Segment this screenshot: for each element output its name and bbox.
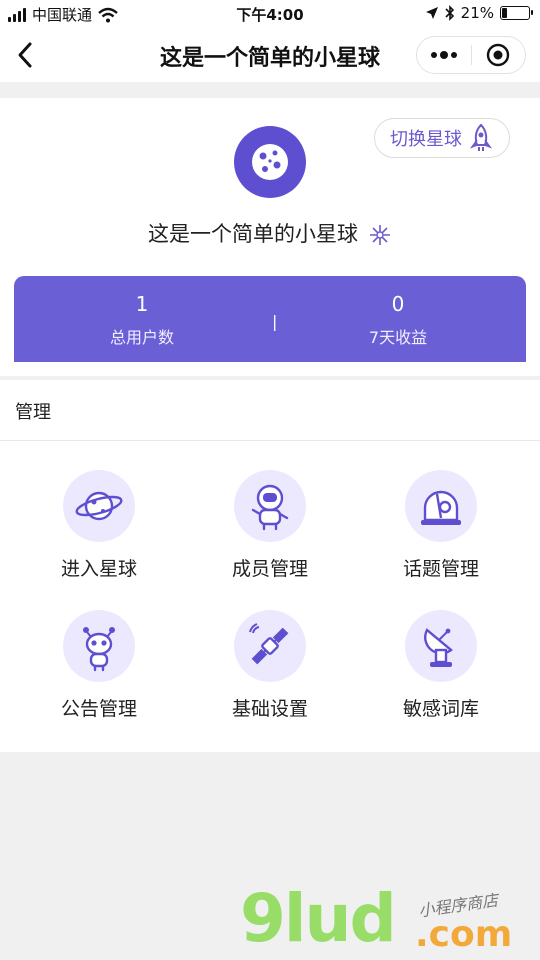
section-divider xyxy=(0,440,540,441)
grid-label: 进入星球 xyxy=(60,558,137,580)
planet-logo xyxy=(234,126,306,198)
grid-label: 话题管理 xyxy=(402,558,479,580)
planet-header-card: 切换星球 这是一个简单的小星球 1 总用户数 | 0 7天收益 xyxy=(0,98,540,376)
stat-total-users: 1 总用户数 xyxy=(42,292,242,348)
total-users-label: 总用户数 xyxy=(109,328,174,347)
income-value: 0 xyxy=(391,292,405,316)
more-button[interactable] xyxy=(417,37,471,73)
switch-planet-button[interactable]: 切换星球 xyxy=(374,118,510,158)
grid-label: 成员管理 xyxy=(231,558,308,580)
planet-name-text: 这是一个简单的小星球 xyxy=(148,222,358,246)
battery-icon xyxy=(500,6,533,20)
battery-percent: 21% xyxy=(460,4,494,22)
management-section: 管理 进入星球 成员管理 话题管理 公告管理 基础设置 敏感词库 xyxy=(0,380,540,752)
section-title: 管理 xyxy=(15,402,51,423)
enter-planet-button[interactable]: 进入星球 xyxy=(14,470,184,581)
bluetooth-icon xyxy=(445,5,454,21)
observatory-icon xyxy=(405,470,477,542)
mini-program-capsule xyxy=(416,36,526,74)
topic-management-button[interactable]: 话题管理 xyxy=(356,470,526,581)
income-label: 7天收益 xyxy=(368,328,428,347)
basic-settings-button[interactable]: 基础设置 xyxy=(185,610,355,721)
grid-label: 敏感词库 xyxy=(402,698,479,720)
planet-name: 这是一个简单的小星球 xyxy=(0,218,540,248)
sparkle-icon xyxy=(370,225,390,245)
target-circle-icon xyxy=(487,43,510,67)
stats-panel: 1 总用户数 | 0 7天收益 xyxy=(14,276,526,362)
grid-label: 公告管理 xyxy=(60,698,137,720)
battery-level xyxy=(502,8,507,18)
grid-label: 基础设置 xyxy=(231,698,308,720)
alien-icon xyxy=(63,610,135,682)
satellite-icon xyxy=(234,610,306,682)
cookie-planet-icon xyxy=(252,144,288,180)
watermark-main: 9lud xyxy=(240,880,397,957)
watermark: 9lud 小程序商店 .com xyxy=(240,880,540,960)
astronaut-icon xyxy=(234,470,306,542)
sensitive-words-button[interactable]: 敏感词库 xyxy=(356,610,526,721)
status-bar: 中国联通 下午4:00 21% xyxy=(0,0,540,28)
nav-bar: 这是一个简单的小星球 xyxy=(0,28,540,82)
switch-planet-label: 切换星球 xyxy=(390,129,462,150)
planet-ring-icon xyxy=(63,470,135,542)
stat-7day-income: 0 7天收益 xyxy=(298,292,498,348)
location-arrow-icon xyxy=(425,7,438,19)
stats-divider: | xyxy=(272,312,278,331)
close-mini-program-button[interactable] xyxy=(472,37,526,73)
more-dots-icon xyxy=(430,51,457,59)
total-users-value: 1 xyxy=(135,292,149,316)
status-right: 21% xyxy=(425,4,533,22)
announcement-management-button[interactable]: 公告管理 xyxy=(14,610,184,721)
rocket-icon xyxy=(469,123,493,151)
member-management-button[interactable]: 成员管理 xyxy=(185,470,355,581)
watermark-domain: .com xyxy=(415,914,513,955)
radar-dish-icon xyxy=(405,610,477,682)
